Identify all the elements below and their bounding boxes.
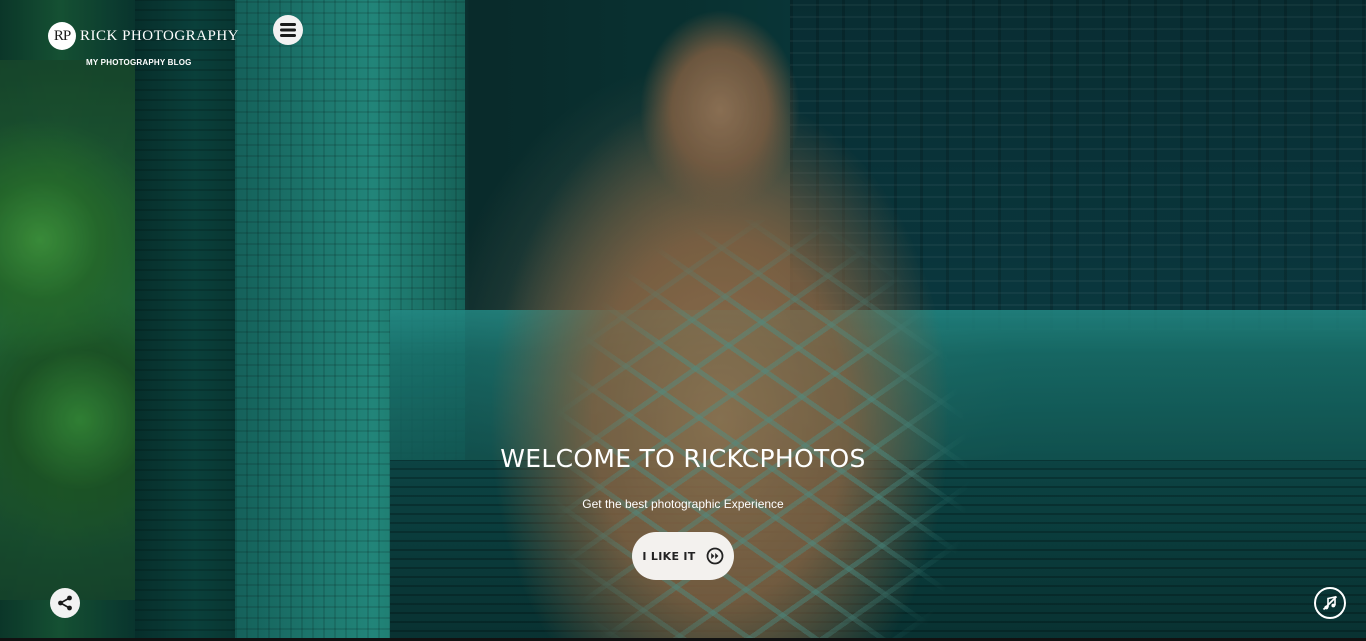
logo-text: RICK PHOTOGRAPHY [80, 27, 239, 44]
share-button[interactable] [50, 588, 80, 618]
site-tagline: MY PHOTOGRAPHY BLOG [86, 58, 192, 67]
cta-label: I LIKE IT [642, 549, 696, 563]
i-like-it-button[interactable]: I LIKE IT [632, 532, 734, 580]
hero-background: RP RICK PHOTOGRAPHY MY PHOTOGRAPHY BLOG … [0, 0, 1366, 641]
hero-subline: Get the best photographic Experience [582, 497, 784, 511]
logo-mark: RP [48, 22, 76, 50]
hamburger-menu-icon [280, 23, 296, 37]
share-icon [58, 595, 72, 611]
site-logo[interactable]: RP RICK PHOTOGRAPHY [48, 22, 239, 50]
music-toggle-button[interactable] [1314, 587, 1346, 619]
fast-forward-circle-icon [706, 547, 723, 565]
hero-headline: WELCOME TO RICKCPHOTOS [500, 444, 866, 473]
menu-button[interactable] [273, 15, 303, 45]
music-muted-icon [1322, 595, 1338, 611]
